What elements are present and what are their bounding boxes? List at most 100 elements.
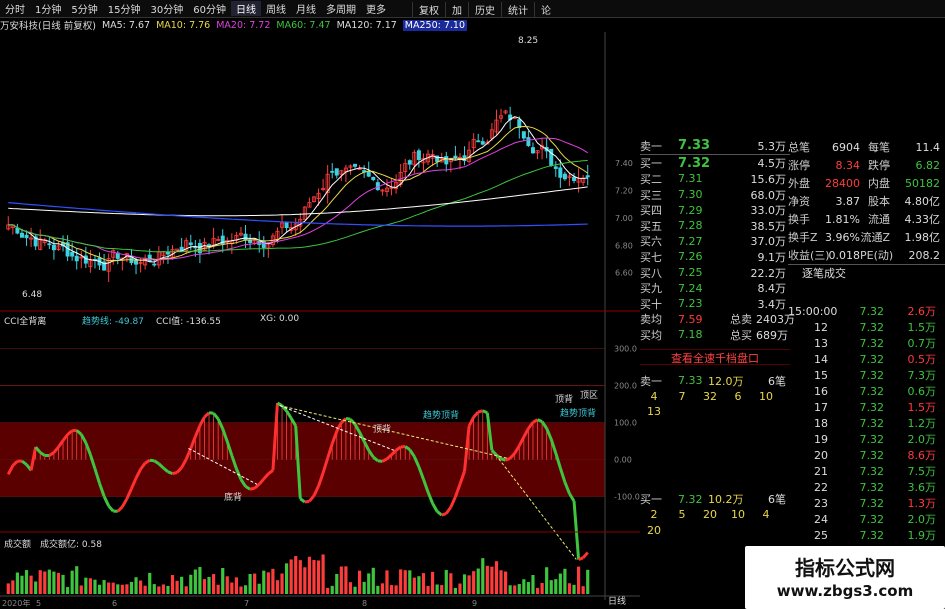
tick-price: 7.32 [859, 368, 885, 382]
buy-level-vol: 68.0万 [750, 188, 787, 202]
cci-line-seg [381, 457, 388, 463]
candle-body [353, 163, 358, 167]
buy1-queue-cell: 2 [650, 508, 658, 522]
candle-body [334, 168, 339, 176]
stat-key2: 流通Z [860, 231, 890, 244]
volume-bar [61, 574, 65, 594]
volume-bar [211, 574, 216, 594]
stat-key: 换手 [788, 213, 810, 226]
volume-bar [170, 575, 175, 594]
volume-bar [321, 554, 325, 594]
tick-time: 15 [814, 368, 828, 382]
stat-val: 1.81% [825, 212, 860, 226]
volume-bar [52, 571, 56, 594]
volume-bar [408, 570, 412, 594]
candle-body [476, 140, 481, 143]
volume-bar [243, 585, 248, 594]
price-tick: 7.00 [615, 214, 633, 223]
volume-bar [586, 569, 590, 594]
volume-bar [316, 560, 321, 594]
stat-val: 3.87 [835, 194, 861, 208]
watermark-title: 指标公式网 [795, 556, 895, 580]
stat-key2: PE(动) [860, 249, 894, 262]
date-tick: 7 [244, 599, 249, 608]
volume-bar [399, 569, 403, 594]
volume-bar [476, 568, 480, 594]
tick-time: 21 [814, 464, 828, 478]
sell1-queue-cell: 10 [759, 389, 773, 403]
buy1-queue-cell: 5 [678, 508, 686, 522]
cci-line-seg [345, 417, 351, 421]
note-bottom-div: 底背 [224, 493, 243, 503]
tick-row: 12 7.32 1.5万 [788, 319, 945, 335]
tick-time: 15:00:00 [788, 304, 838, 318]
volume-bar [15, 572, 20, 594]
volume-bar [157, 586, 161, 594]
volume-bar [280, 573, 284, 594]
tick-time: 19 [814, 432, 828, 446]
cci-line-seg [436, 510, 443, 517]
volume-bar [284, 563, 289, 594]
buy-level-vol: 3.4万 [757, 297, 787, 311]
candle-body [366, 171, 371, 177]
cci-line-seg [477, 409, 484, 414]
stat-key: 总笔 [788, 141, 810, 154]
stat-val2: 4.33亿 [904, 213, 941, 226]
volume-bar [576, 566, 581, 594]
cci-line-seg [472, 410, 480, 419]
stat-val2: 208.2 [908, 248, 941, 262]
buy-level-vol: 9.1万 [757, 250, 787, 264]
buy-level-price: 7.26 [678, 250, 703, 264]
site-watermark: 指标公式网 www.zbgs3.com [745, 546, 945, 609]
buy-level-name: 买七 [640, 250, 662, 264]
ma5-line [8, 116, 588, 265]
buy-level-price: 7.27 [678, 234, 703, 248]
volume-bar [79, 585, 83, 594]
buy-level-name: 买二 [640, 172, 662, 186]
buy-level-price: 7.25 [678, 266, 703, 280]
volume-bar [152, 584, 156, 594]
tick-vol: 2.6万 [907, 305, 937, 318]
stat-row: 涨停 8.34 跌停 6.82 [788, 156, 945, 174]
tick-time: 13 [814, 336, 828, 350]
volume-bar [253, 573, 257, 594]
volume-bar [116, 584, 120, 594]
stat-val: 3.96% [825, 230, 860, 244]
tick-time: 23 [814, 496, 828, 510]
volume-bar [107, 582, 111, 594]
tick-vol: 1.5万 [907, 401, 937, 414]
volume-bar [412, 577, 416, 594]
ma120-line [8, 186, 588, 217]
price-tick: 6.60 [615, 269, 633, 278]
tick-price: 7.32 [859, 336, 885, 350]
tick-time: 18 [814, 416, 828, 430]
volume-bar [348, 582, 353, 594]
volume-bar [513, 585, 517, 594]
cci-line-seg [431, 502, 439, 513]
cci-line-seg [572, 500, 581, 560]
tick-price: 7.32 [859, 432, 885, 446]
volume-bar [376, 585, 380, 594]
candle-body [558, 167, 563, 178]
candle-body [407, 160, 412, 165]
cci-line-seg [208, 411, 214, 415]
stat-val: 8.34 [835, 158, 861, 172]
tick-list: 15:00:00 7.32 2.6万 12 7.32 1.5万 13 7.32 0.7万 14 7.… [788, 303, 945, 543]
candle-body [47, 243, 52, 246]
kline-chart[interactable]: 7.40 7.20 7.00 6.80 6.60 300.0 200.0 100.0 0.00 -… [0, 0, 640, 609]
volume-bar [353, 586, 357, 594]
cci-line-seg [482, 409, 488, 415]
buy1-row: 买一 7.32 10.2万 6笔 [640, 492, 790, 508]
candle-body [416, 150, 421, 160]
stat-row: 总笔 6904 每笔 11.4 [788, 138, 945, 156]
candle-body [243, 233, 248, 241]
volume-bar [472, 571, 476, 594]
depth-link[interactable]: 查看全速千档盘口 [640, 348, 790, 365]
buy1-price: 7.32 [678, 492, 703, 506]
tick-row: 13 7.32 0.7万 [788, 335, 945, 351]
stat-key: 换手Z [788, 231, 818, 244]
sell1-count: 6笔 [768, 374, 786, 388]
sell1-name: 卖一 [640, 374, 662, 388]
candle-body [24, 234, 29, 239]
volume-bar [75, 566, 79, 594]
